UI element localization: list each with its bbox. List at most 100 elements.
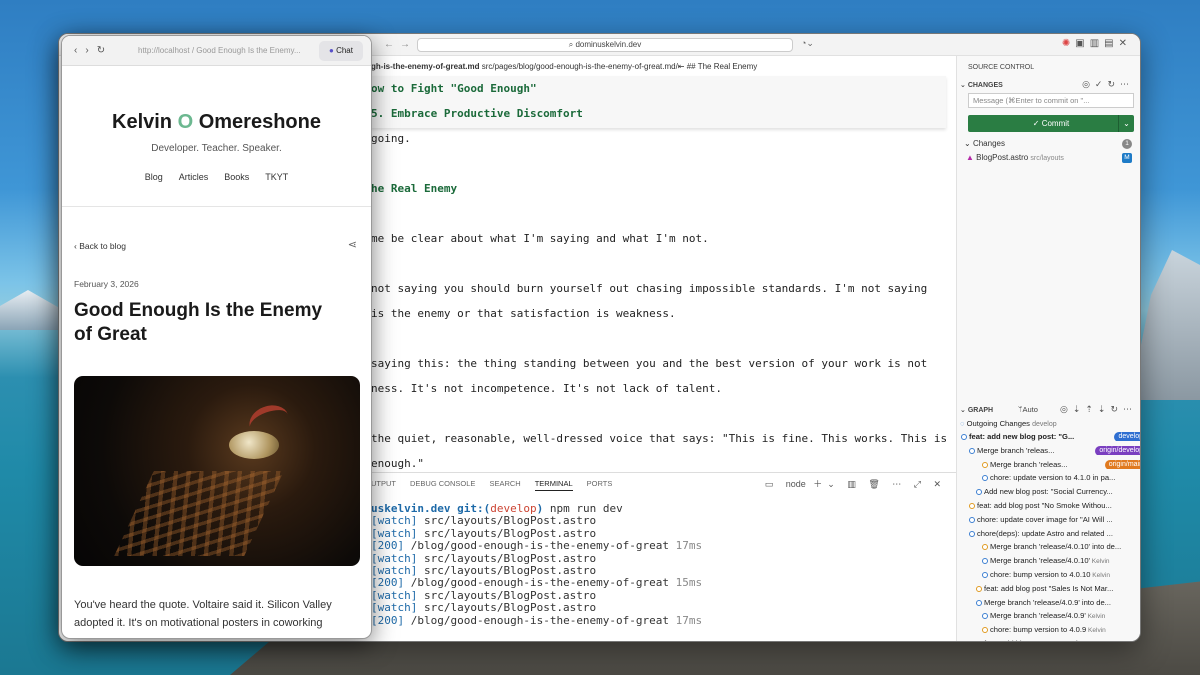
panel-tab-search[interactable]: SEARCH [489, 479, 520, 488]
breadcrumb-section: ## The Real Enemy [686, 62, 758, 71]
medal [229, 431, 279, 459]
panel-tab-debug-console[interactable]: DEBUG CONSOLE [410, 479, 475, 488]
editor-line[interactable]: the quiet, reasonable, well-dressed voic… [371, 432, 947, 445]
graph-commit-row[interactable]: Merge branch 'releas... origin/main [990, 459, 1140, 469]
graph-title: ⌄ GRAPH [960, 407, 994, 414]
editor-line[interactable]: not saying you should burn yourself out … [371, 282, 927, 295]
breadcrumb[interactable]: gh-is-the-enemy-of-great.md src/pages/bl… [371, 62, 757, 71]
panel-tab-output[interactable]: UTPUT [371, 479, 396, 488]
editor-line[interactable]: saying this: the thing standing between … [371, 357, 927, 370]
graph-commit-row[interactable]: feat: add new blog post: "G... develop [969, 432, 1140, 441]
graph-commit-row[interactable]: Add new blog post: "Social Currency... [984, 487, 1140, 496]
back-icon: ‹ [74, 45, 86, 56]
hero-image-medal [74, 376, 360, 566]
chat-button[interactable]: ● Chat [319, 41, 363, 61]
layout-controls[interactable]: ✺▣▥▤✕ [1062, 38, 1132, 49]
editor-line[interactable]: enough." [371, 457, 424, 470]
chevron-down-icon: ⌄ [960, 407, 968, 414]
modified-badge: M [1122, 153, 1132, 163]
graph-commit-row[interactable]: chore(deps): update Astro and related ..… [977, 529, 1140, 538]
terminal-shell-label: node [785, 479, 806, 489]
panel-controls[interactable]: ▭ node ＋⌄ ▥ 🗑 ⋯ ⤢ ✕ [765, 477, 946, 490]
graph-commit-row[interactable]: Merge branch 'release/4.0.10' Kelvin [990, 556, 1140, 565]
changes-group[interactable]: ⌄ Changes 1 [964, 139, 1136, 149]
nav-link-tkyt[interactable]: TKYT [265, 172, 288, 182]
graph-commit-row[interactable]: Merge branch 'release/4.0.9' Kelvin [990, 611, 1140, 620]
editor-line[interactable]: ness. It's not incompetence. It's not la… [371, 382, 722, 395]
site-nav: Blog Articles Books TKYT [62, 172, 371, 182]
commit-node-icon [969, 516, 975, 523]
check-icon: ✓ [1032, 119, 1042, 128]
graph-commit-row[interactable]: Merge branch 'release/4.0.9' into de... [984, 598, 1140, 607]
site-name[interactable]: Kelvin O Omereshone [62, 111, 371, 134]
graph-commit-row[interactable]: chore: bump version to 4.0.10 Kelvin [990, 570, 1140, 579]
editor-line[interactable]: he Real Enemy [371, 182, 457, 195]
graph-commit-row[interactable]: feat: add blog post "It's Easier To Be .… [984, 639, 1140, 641]
graph-commit-row[interactable]: Merge branch 'releas... origin/develop [977, 445, 1140, 455]
terminal[interactable]: uskelvin.dev git:(develop) npm run dev [… [371, 502, 703, 627]
share-icon[interactable]: ⋖ [348, 238, 357, 251]
page-content: Kelvin O Omereshone Developer. Teacher. … [62, 66, 371, 638]
graph-header: ⌄ GRAPH ᛘAuto ◎⇣⇡⇣↻⋯ [960, 404, 1140, 415]
editor-line[interactable]: going. [371, 132, 411, 145]
extension-icon: ✺ [1061, 38, 1076, 49]
post-title: Good Enough Is the Enemy of Great [74, 300, 323, 345]
url-host: http://localhost [138, 46, 190, 55]
editor-line[interactable]: ow to Fight "Good Enough" [371, 82, 537, 95]
branch-tag: develop [1114, 432, 1140, 441]
command-center[interactable]: ⌕ dominuskelvin.dev [417, 38, 793, 52]
commit-node-icon [976, 641, 982, 642]
commit-node-icon [982, 475, 988, 482]
graph-commit-row[interactable]: chore: update version to 4.1.0 in pa... [990, 473, 1140, 482]
panel-tab-terminal[interactable]: TERMINAL [534, 479, 573, 491]
editor[interactable]: ow to Fight "Good Enough" 5. Embrace Prod… [371, 76, 956, 476]
breadcrumb-path: src/pages/blog/good-enough-is-the-enemy-… [481, 62, 678, 71]
graph-commit-row[interactable]: chore: update cover image for "AI Will .… [977, 515, 1140, 524]
commit-node-icon [969, 447, 975, 454]
site-tagline: Developer. Teacher. Speaker. [151, 143, 282, 154]
graph-commit-row[interactable]: chore: bump version to 4.0.9 Kelvin [990, 625, 1140, 634]
section-icon: ⇤ [677, 62, 687, 71]
chat-icon: ● [329, 46, 334, 55]
editor-line[interactable]: is the enemy or that satisfaction is wea… [371, 307, 676, 320]
commit-node-icon [976, 489, 982, 496]
editor-line[interactable]: 5. Embrace Productive Discomfort [371, 107, 583, 120]
nav-link-books[interactable]: Books [224, 172, 249, 182]
commit-node-icon [969, 530, 975, 537]
panel-tab-ports[interactable]: PORTS [587, 479, 613, 488]
commit-node-icon [976, 585, 982, 592]
graph-actions[interactable]: ◎⇣⇡⇣↻⋯ [1060, 404, 1137, 415]
post-date: February 3, 2026 [74, 279, 139, 289]
commit-node-icon [982, 461, 988, 468]
commit-node-icon [982, 627, 988, 634]
terminal-line: [200] /blog/good-enough-is-the-enemy-of-… [371, 613, 703, 627]
address-bar[interactable]: http://localhost / Good Enough Is the En… [138, 46, 313, 55]
editor-line[interactable]: me be clear about what I'm saying and wh… [371, 232, 709, 245]
graph-auto-toggle[interactable]: ᛘAuto [1018, 405, 1038, 414]
breadcrumb-file: gh-is-the-enemy-of-great.md [371, 62, 480, 71]
window-light-pattern [114, 471, 284, 556]
commit-node-icon [982, 613, 988, 620]
bottom-panel: UTPUT DEBUG CONSOLE SEARCH TERMINAL PORTS ▭ … [371, 472, 956, 641]
changed-file-row[interactable]: ▲ BlogPost.astro src/layouts M [966, 153, 1136, 163]
browser-nav-buttons[interactable]: ‹›↻ [74, 45, 113, 56]
commit-button[interactable]: ✓ Commit ⌄ [968, 115, 1134, 132]
commit-node-icon [982, 544, 988, 551]
graph-commit-row[interactable]: feat: add blog post "No Smoke Withou... [977, 501, 1140, 510]
forward-icon: › [85, 45, 97, 56]
nav-link-articles[interactable]: Articles [179, 172, 209, 182]
dashed-circle-icon: ◌ [960, 419, 965, 428]
commit-node-icon [961, 434, 967, 440]
back-to-blog-link[interactable]: ‹ Back to blog [74, 241, 126, 251]
graph-commit-row[interactable]: feat: add blog post "Sales Is Not Mar... [984, 584, 1140, 593]
commit-node-icon [982, 572, 988, 578]
commit-node-icon [969, 503, 975, 509]
history-nav-arrows[interactable]: ←→ [384, 39, 416, 50]
outgoing-changes[interactable]: ◌ Outgoing Changes develop [960, 419, 1140, 428]
copilot-icon[interactable]: ◔⌄ [801, 38, 814, 49]
graph-commit-row[interactable]: Merge branch 'release/4.0.10' into de... [990, 542, 1140, 551]
scm-actions[interactable]: ◎✓↻⋯ [1082, 79, 1134, 90]
commit-message-input[interactable]: Message (⌘Enter to commit on "... [968, 93, 1134, 108]
browser-window: ‹›↻ http://localhost / Good Enough Is th… [61, 35, 372, 639]
nav-link-blog[interactable]: Blog [145, 172, 163, 182]
